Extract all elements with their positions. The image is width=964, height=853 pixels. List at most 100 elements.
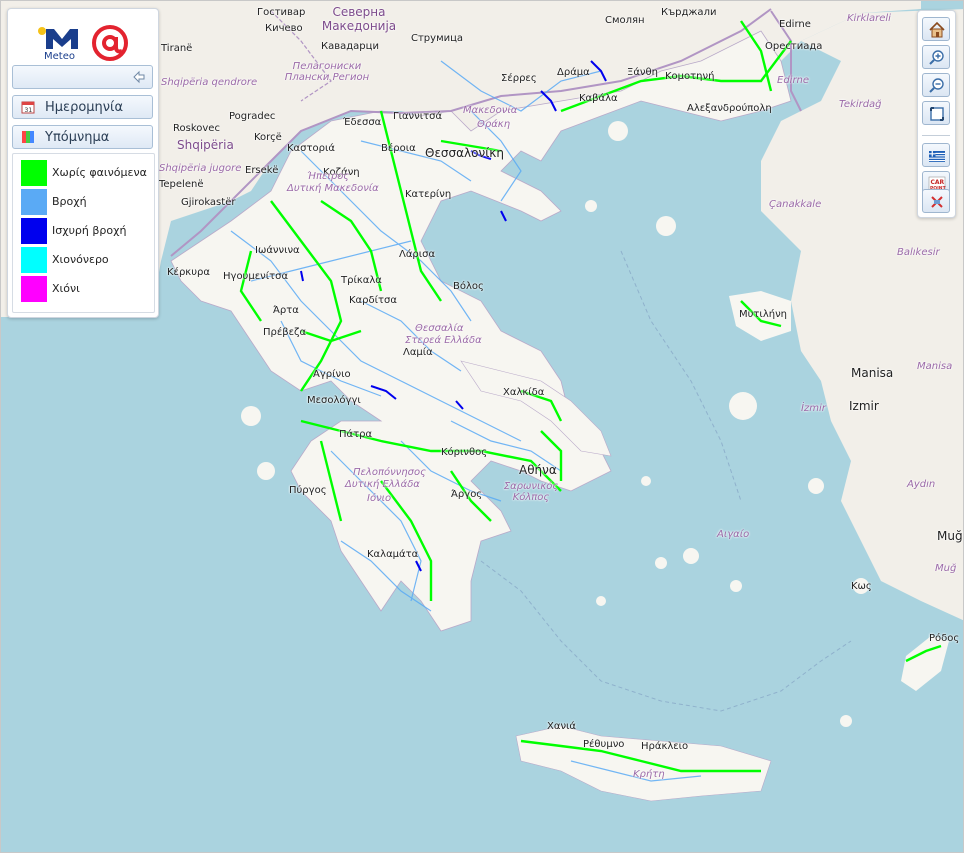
- toolbar-separator: [922, 135, 950, 136]
- map-label-serres: Σέρρες: [501, 73, 537, 84]
- map-label-chalkida: Χαλκίδα: [503, 387, 545, 398]
- map-label-shqiperia-jugore: Shqipëria jugore: [159, 163, 242, 174]
- zoom-out-icon: [929, 78, 944, 93]
- map-label-gostivar: Гостивар: [257, 7, 306, 18]
- control-panel: Meteo 31 Ημερομηνία Υπόμνημα Χωρίς φαινό…: [7, 8, 159, 318]
- map-label-mugla-region: Muğ: [935, 563, 957, 574]
- collapse-panel-button[interactable]: [12, 65, 153, 89]
- svg-text:31: 31: [25, 107, 33, 114]
- map-label-mugla: Muğla: [937, 529, 963, 543]
- map-label-volos: Βόλος: [453, 281, 484, 292]
- map-label-drama: Δράμα: [557, 67, 590, 78]
- calendar-icon: 31: [21, 101, 35, 114]
- legend-swatch: [21, 247, 47, 273]
- map-label-lamia: Λαμία: [403, 347, 433, 358]
- map-label-tirane: Tiranë: [161, 43, 193, 54]
- map-label-chania: Χανιά: [547, 721, 577, 732]
- map-label-mesolongi: Μεσολόγγι: [307, 395, 361, 406]
- map-label-patra: Πάτρα: [339, 429, 373, 440]
- map-toolbar: CAR POINT: [917, 10, 956, 218]
- zoom-out-button[interactable]: [922, 73, 950, 97]
- map-label-canakkale: Çanakkale: [769, 199, 822, 210]
- at-sign-icon: [92, 25, 128, 61]
- zoom-in-button[interactable]: [922, 45, 950, 69]
- map-label-kavala: Καβάλα: [579, 93, 618, 104]
- map-label-thraki: Θράκη: [477, 119, 511, 130]
- map-label-kriti: Κρήτη: [633, 769, 665, 780]
- map-label-balikesir: Balıkesir: [897, 247, 940, 258]
- map-label-kos: Κως: [851, 581, 872, 592]
- map-label-mytilini: Μυτιλήνη: [739, 309, 787, 320]
- legend-item-label: Χιόνι: [52, 282, 80, 295]
- map-label-alexandroupoli: Αλεξανδρούπολη: [687, 103, 772, 114]
- map-label-ioannina: Ιωάννινα: [255, 245, 300, 256]
- map-label-thessalia: Θεσσαλία: [415, 323, 464, 334]
- logo-text: Meteo: [44, 51, 75, 62]
- map-label-rodos: Ρόδος: [929, 633, 960, 644]
- map-label-karditsa: Καρδίτσα: [349, 295, 397, 306]
- meteo-logo: Meteo: [38, 19, 138, 65]
- map-label-korinthos: Κόρινθος: [441, 447, 488, 458]
- map-label-kalamata: Καλαμάτα: [367, 549, 419, 560]
- map-label-izmir-region: İzmir: [801, 403, 826, 414]
- greek-flag-icon: [929, 151, 945, 162]
- map-label-argos: Άργος: [451, 489, 483, 500]
- map-label-dytiki-ellada: Δυτική Ελλάδα: [345, 479, 420, 490]
- map-label-edessa: Έδεσσα: [343, 117, 382, 128]
- date-label: Ημερομηνία: [45, 100, 124, 115]
- map-label-sterea: Στερεά Ελλάδα: [405, 335, 482, 346]
- map-label-manisa-region: Manisa: [917, 361, 953, 372]
- map-label-tekirdag: Tekirdağ: [839, 99, 882, 110]
- legend-swatch: [21, 189, 47, 215]
- map-label-rethymno: Ρέθυμνο: [583, 739, 625, 750]
- map-label-thessaloniki: Θεσσαλονίκη: [425, 146, 504, 160]
- map-label-pogradec: Pogradec: [229, 111, 276, 122]
- map-label-edirne-bg: Edirne: [779, 19, 811, 30]
- map-label-komotini: Κομοτηνή: [665, 71, 715, 82]
- map-label-tepelene: Tepelenë: [159, 179, 204, 190]
- date-button[interactable]: 31 Ημερομηνία: [12, 95, 153, 119]
- legend-swatch: [21, 276, 47, 302]
- language-button[interactable]: [922, 143, 950, 167]
- map-label-igoumenitsa: Ηγουμενίτσα: [223, 271, 289, 282]
- zoom-in-icon: [929, 50, 944, 65]
- map-label-kardzhali: Кърджали: [661, 7, 717, 18]
- legend-palette-icon: [22, 131, 34, 143]
- map-label-kicevo: Кичево: [265, 23, 303, 34]
- legend-swatch: [21, 160, 47, 186]
- map-label-shqiperia: Shqipëria: [177, 138, 234, 152]
- map-label-larisa: Λάρισα: [399, 249, 436, 260]
- map-label-roskovec: Roskovec: [173, 123, 220, 134]
- map-label-smolyan: Смолян: [605, 15, 645, 26]
- map-label-trikala: Τρίκαλα: [341, 275, 382, 286]
- map-label-irakleio: Ηράκλειο: [641, 741, 689, 752]
- map-label-peloponnisos: Πελοπόννησος: [353, 467, 426, 478]
- map-label-dytiki-makedonia: Δυτική Μακεδονία: [287, 183, 379, 194]
- map-label-xanthi: Ξάνθη: [627, 67, 658, 78]
- clear-icon: [931, 196, 943, 208]
- legend-item-label: Χωρίς φαινόμενα: [52, 166, 147, 179]
- map-label-ersekeh: Ersekë: [245, 165, 279, 176]
- map-label-agrinio: Αγρίνιο: [313, 369, 351, 380]
- map-label-arta: Άρτα: [273, 305, 299, 316]
- map-label-giannitsa: Γιαννιτσά: [393, 111, 443, 122]
- map-label-kirklareli: Kirklareli: [847, 13, 891, 24]
- map-label-strumica: Струмица: [411, 33, 464, 44]
- map-label-korce: Korçë: [254, 132, 282, 143]
- map-label-preveza: Πρέβεζα: [263, 327, 307, 338]
- home-icon: [929, 21, 945, 38]
- legend-label: Υπόμνημα: [45, 130, 110, 145]
- map-label-pelagoniski: Пелагониски Плански Регион: [284, 61, 370, 83]
- map-label-athina: Αθήνα: [519, 463, 557, 477]
- map-label-katerini: Κατερίνη: [405, 189, 452, 200]
- full-extent-button[interactable]: [922, 101, 950, 125]
- legend-button[interactable]: Υπόμνημα: [12, 125, 153, 149]
- home-button[interactable]: [922, 17, 950, 41]
- map-label-orestiada: Орестиада: [765, 41, 823, 52]
- map-label-saronikos: Σαρωνικός Κόλπος: [503, 481, 559, 503]
- clear-button[interactable]: [922, 189, 950, 213]
- map-label-north-macedonia: Северна Македонија: [321, 5, 397, 33]
- map-label-aydin: Aydın: [907, 479, 936, 490]
- full-extent-icon: [930, 107, 944, 121]
- legend-item-label: Βροχή: [52, 195, 87, 208]
